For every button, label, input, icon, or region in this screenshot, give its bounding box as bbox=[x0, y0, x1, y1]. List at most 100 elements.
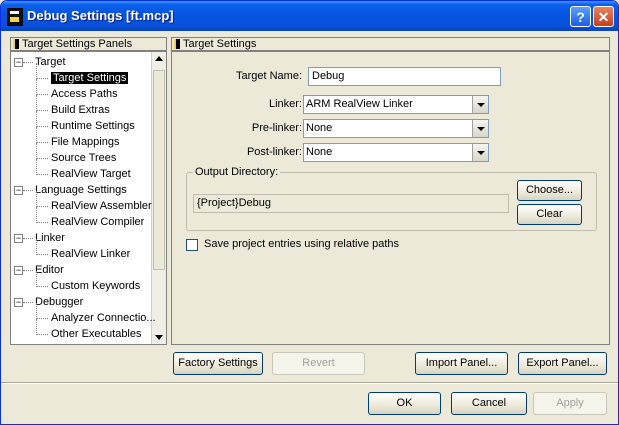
linker-label: Linker: bbox=[268, 98, 302, 110]
tree-category[interactable]: Debugger bbox=[35, 295, 83, 310]
tree-item[interactable]: Target Settings bbox=[51, 71, 129, 86]
close-button[interactable]: ✕ bbox=[593, 6, 614, 27]
tree-item[interactable]: RealView Target bbox=[51, 167, 131, 182]
chevron-down-icon[interactable] bbox=[472, 144, 488, 161]
tree-item[interactable]: Custom Keywords bbox=[51, 279, 140, 294]
tree-item[interactable]: RealView Compiler bbox=[51, 215, 144, 230]
target-name-field[interactable]: Debug bbox=[308, 67, 501, 86]
tree-connector bbox=[36, 334, 48, 335]
tree-category[interactable]: Editor bbox=[35, 263, 64, 278]
tree-item-label: Language Settings bbox=[35, 184, 127, 196]
panels-header: Target Settings Panels bbox=[10, 37, 167, 51]
tree-connector bbox=[36, 318, 48, 319]
chevron-down-icon[interactable] bbox=[472, 120, 488, 137]
chevron-down-icon[interactable] bbox=[472, 96, 488, 113]
tree-item[interactable]: File Mappings bbox=[51, 135, 119, 150]
separator bbox=[1, 382, 618, 384]
panel-icon bbox=[174, 39, 180, 49]
tree-connector bbox=[36, 222, 48, 223]
tree-scrollbar[interactable] bbox=[151, 52, 166, 344]
help-button[interactable]: ? bbox=[570, 6, 591, 27]
window-title: Debug Settings [ft.mcp] bbox=[27, 8, 174, 23]
tree-item-label: Linker bbox=[35, 232, 65, 244]
tree-connector bbox=[36, 207, 37, 223]
scroll-thumb[interactable] bbox=[153, 70, 165, 270]
tree-connector bbox=[23, 62, 33, 63]
collapse-toggle-icon[interactable]: − bbox=[14, 266, 23, 275]
scroll-down-icon[interactable] bbox=[155, 335, 163, 340]
revert-button[interactable]: Revert bbox=[272, 352, 365, 375]
target-name-label: Target Name: bbox=[235, 70, 302, 82]
tree-item-label: Target Settings bbox=[51, 72, 129, 84]
tree-item[interactable]: Analyzer Connectio... bbox=[51, 311, 156, 326]
tree-connector bbox=[36, 110, 48, 111]
tree-item-label: RealView Target bbox=[51, 168, 131, 180]
tree-connector bbox=[36, 78, 48, 79]
linker-value: ARM RealView Linker bbox=[306, 98, 413, 110]
tree-item[interactable]: RealView Linker bbox=[51, 247, 130, 262]
tree-connector bbox=[36, 127, 37, 143]
tree-connector bbox=[23, 270, 33, 271]
tree-item[interactable]: Access Paths bbox=[51, 87, 118, 102]
collapse-toggle-icon[interactable]: − bbox=[14, 234, 23, 243]
apply-button[interactable]: Apply bbox=[533, 392, 607, 415]
tree-connector bbox=[36, 94, 48, 95]
target-settings-panel: Target Name: Debug Linker: ARM RealView … bbox=[171, 51, 610, 345]
tree-category[interactable]: Target bbox=[35, 55, 66, 70]
tree-connector bbox=[36, 286, 48, 287]
relative-paths-checkbox[interactable] bbox=[186, 239, 198, 251]
tree-connector bbox=[36, 95, 37, 111]
collapse-toggle-icon[interactable]: − bbox=[14, 58, 23, 67]
tree-connector bbox=[23, 302, 33, 303]
tree-item-label: Debugger bbox=[35, 296, 84, 308]
tree-item[interactable]: Runtime Settings bbox=[51, 119, 135, 134]
tree-connector bbox=[36, 111, 37, 127]
panel-icon bbox=[13, 39, 19, 49]
tree-category[interactable]: Linker bbox=[35, 231, 65, 246]
settings-header: Target Settings bbox=[171, 37, 610, 51]
tree-item[interactable]: Source Trees bbox=[51, 151, 116, 166]
collapse-toggle-icon[interactable]: − bbox=[14, 186, 23, 195]
import-panel-button[interactable]: Import Panel... bbox=[415, 352, 508, 375]
tree-item-label: Access Paths bbox=[51, 88, 118, 100]
settings-panels-tree[interactable]: − Target Target Settings Access Paths Build … bbox=[10, 51, 167, 345]
tree-connector bbox=[36, 159, 37, 175]
scroll-up-icon[interactable] bbox=[155, 56, 163, 61]
postlinker-select[interactable]: None bbox=[303, 143, 489, 162]
tree-item-label: RealView Linker bbox=[51, 248, 131, 260]
postlinker-label: Post-linker: bbox=[246, 146, 302, 158]
tree-category[interactable]: Language Settings bbox=[35, 183, 127, 198]
tree-connector bbox=[36, 271, 37, 287]
tree-item-label: Other Executables bbox=[51, 328, 142, 340]
tree-item-label: Custom Keywords bbox=[51, 280, 141, 292]
output-directory-group: Output Directory: {Project}Debug Choose.… bbox=[186, 166, 597, 231]
tree-item-label: Editor bbox=[35, 264, 64, 276]
collapse-toggle-icon[interactable]: − bbox=[14, 298, 23, 307]
tree-item-label: Target bbox=[35, 56, 66, 68]
factory-settings-button[interactable]: Factory Settings bbox=[173, 352, 263, 375]
prelinker-value: None bbox=[306, 122, 333, 134]
tree-connector bbox=[36, 191, 37, 207]
choose-button[interactable]: Choose... bbox=[517, 180, 582, 201]
export-panel-button[interactable]: Export Panel... bbox=[518, 352, 607, 375]
clear-button[interactable]: Clear bbox=[517, 204, 582, 225]
tree-connector bbox=[36, 239, 37, 255]
output-directory-label: Output Directory: bbox=[193, 166, 281, 178]
tree-item[interactable]: RealView Assembler bbox=[51, 199, 152, 214]
prelinker-select[interactable]: None bbox=[303, 119, 489, 138]
tree-item-label: RealView Compiler bbox=[51, 216, 145, 228]
tree-item[interactable]: Build Extras bbox=[51, 103, 110, 118]
ok-button[interactable]: OK bbox=[368, 392, 441, 415]
tree-connector bbox=[36, 143, 37, 159]
cancel-button[interactable]: Cancel bbox=[451, 392, 527, 415]
tree-connector bbox=[36, 254, 48, 255]
linker-select[interactable]: ARM RealView Linker bbox=[303, 95, 489, 114]
tree-connector bbox=[36, 126, 48, 127]
tree-connector bbox=[23, 238, 33, 239]
tree-item[interactable]: Other Executables bbox=[51, 327, 142, 342]
debug-settings-dialog: Debug Settings [ft.mcp] ? ✕ Target Setti… bbox=[0, 0, 619, 425]
title-bar[interactable]: Debug Settings [ft.mcp] ? ✕ bbox=[1, 1, 618, 31]
prelinker-label: Pre-linker: bbox=[251, 122, 302, 134]
tree-connector bbox=[23, 190, 33, 191]
tree-item-label: Source Trees bbox=[51, 152, 117, 164]
